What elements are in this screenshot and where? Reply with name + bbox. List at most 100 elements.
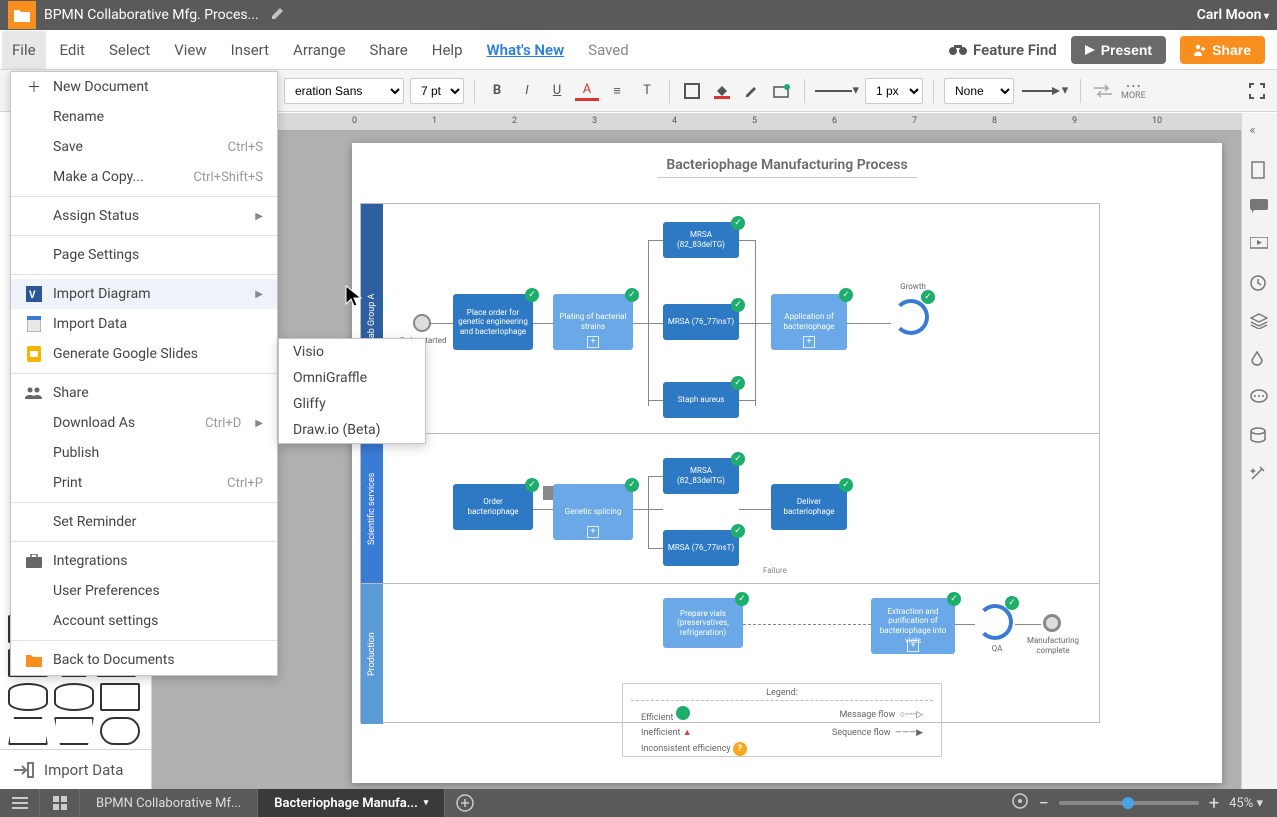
shape-thumb[interactable] <box>8 717 48 745</box>
pencil-button[interactable] <box>740 79 764 103</box>
rename-icon[interactable] <box>271 6 285 24</box>
qa-event-icon[interactable] <box>977 604 1013 640</box>
tab-bacteriophage[interactable]: Bacteriophage Manufa... <box>258 789 445 817</box>
node-plating[interactable]: Plating of bacterial strains✓+ <box>553 294 633 350</box>
fm-rename[interactable]: Rename <box>11 102 277 132</box>
node-prepare-vials[interactable]: Prepare vials (preservatives, refrigerat… <box>663 598 743 648</box>
fm-integrations[interactable]: Integrations <box>11 546 277 576</box>
page-icon[interactable] <box>1250 161 1270 181</box>
underline-button[interactable]: U <box>545 79 569 103</box>
zoom-percent[interactable]: 45% ▾ <box>1229 796 1263 811</box>
bucket-fill-button[interactable] <box>710 79 734 103</box>
fm-import-data[interactable]: Import Data <box>11 309 277 339</box>
layers-icon[interactable] <box>1250 313 1270 333</box>
fm-generate-slides[interactable]: Generate Google Slides <box>11 339 277 369</box>
add-tab-button[interactable] <box>445 789 485 817</box>
stroke-width-select[interactable]: 1 px <box>865 78 923 104</box>
node-mrsa-76b[interactable]: MRSA (76_77insT)✓ <box>663 530 739 566</box>
end-event[interactable] <box>1043 614 1061 632</box>
font-size-select[interactable]: 7 pt <box>410 78 464 104</box>
data-icon[interactable] <box>1250 427 1270 447</box>
sm-omnigraffle[interactable]: OmniGraffle <box>279 365 425 391</box>
node-mrsa-76a[interactable]: MRSA (76_77insT)✓ <box>663 304 739 340</box>
present-panel-icon[interactable] <box>1250 237 1270 257</box>
sm-drawio[interactable]: Draw.io (Beta) <box>279 417 425 443</box>
shape-thumb[interactable] <box>100 717 140 745</box>
swap-button[interactable] <box>1091 79 1115 103</box>
sm-visio[interactable]: Visio <box>279 339 425 365</box>
fm-account-settings[interactable]: Account settings <box>11 606 277 636</box>
node-application[interactable]: Application of bacteriophage✓+ <box>771 294 847 350</box>
fm-download-as[interactable]: Download AsCtrl+D▶ <box>11 408 277 438</box>
shape-thumb[interactable] <box>100 683 140 711</box>
menu-insert[interactable]: Insert <box>231 41 269 59</box>
fm-make-copy[interactable]: Make a Copy...Ctrl+Shift+S <box>11 162 277 192</box>
fill-color-button[interactable] <box>680 79 704 103</box>
share-button[interactable]: Share <box>1180 36 1265 64</box>
arrow-end-button[interactable]: ▾ <box>1020 79 1070 103</box>
lane-lab[interactable]: Lab Group A Order started Place order fo… <box>361 204 1099 434</box>
node-extraction[interactable]: Extraction and purification of bacteriop… <box>871 598 955 654</box>
folder-icon[interactable] <box>8 1 36 29</box>
menu-whats-new[interactable]: What's New <box>487 41 565 59</box>
diagram-page[interactable]: Bacteriophage Manufacturing Process Lab … <box>352 143 1222 783</box>
fm-share[interactable]: Share <box>11 378 277 408</box>
menu-share[interactable]: Share <box>370 41 408 59</box>
menu-edit[interactable]: Edit <box>60 41 85 59</box>
history-icon[interactable] <box>1250 275 1270 295</box>
node-mrsa-82a[interactable]: MRSA (82_83delTG)✓ <box>663 222 739 258</box>
menu-view[interactable]: View <box>174 41 206 59</box>
bpmn-pool[interactable]: Lab Group A Order started Place order fo… <box>360 203 1100 723</box>
import-data-button[interactable]: Import Data <box>0 749 151 789</box>
line-style-button[interactable]: ▾ <box>815 79 859 103</box>
arrow-start-select[interactable]: None <box>944 78 1014 104</box>
zoom-in-button[interactable]: + <box>1209 793 1219 814</box>
doc-title[interactable]: BPMN Collaborative Mfg. Proces... <box>44 7 259 23</box>
comment-icon[interactable] <box>1250 199 1270 219</box>
fm-page-settings[interactable]: Page Settings <box>11 240 277 270</box>
text-format-button[interactable]: T <box>635 79 659 103</box>
feature-find[interactable]: Feature Find <box>949 41 1057 59</box>
lane-scientific[interactable]: Scientific services Order bacteriophage✓… <box>361 434 1099 584</box>
align-button[interactable]: ≡ <box>605 79 629 103</box>
fm-new-document[interactable]: ＋New Document <box>11 72 277 102</box>
more-button[interactable]: ⋯MORE <box>1121 81 1146 101</box>
sm-gliffy[interactable]: Gliffy <box>279 391 425 417</box>
menu-help[interactable]: Help <box>432 41 463 59</box>
node-order-bac[interactable]: Order bacteriophage✓ <box>453 484 533 530</box>
fm-import-diagram[interactable]: V Import Diagram▶ <box>11 279 277 309</box>
fm-print[interactable]: PrintCtrl+P <box>11 468 277 498</box>
fm-set-reminder[interactable]: Set Reminder <box>11 507 277 537</box>
menu-file[interactable]: File <box>2 31 46 69</box>
menu-arrange[interactable]: Arrange <box>293 41 345 59</box>
node-mrsa-82b[interactable]: MRSA (82_83delTG)✓ <box>663 458 739 494</box>
tab-bpmn-collab[interactable]: BPMN Collaborative Mf... <box>80 789 258 817</box>
zoom-slider[interactable] <box>1059 801 1199 805</box>
fm-save[interactable]: SaveCtrl+S <box>11 132 277 162</box>
text-color-button[interactable]: A <box>575 81 599 101</box>
shape-thumb[interactable] <box>54 683 94 711</box>
user-menu[interactable]: Carl Moon <box>1197 7 1269 23</box>
font-family-select[interactable]: eration Sans <box>284 78 404 104</box>
magic-icon[interactable] <box>1250 465 1270 485</box>
shape-thumb[interactable] <box>54 717 94 745</box>
italic-button[interactable]: I <box>515 79 539 103</box>
fm-assign-status[interactable]: Assign Status▶ <box>11 201 277 231</box>
growth-event-icon[interactable] <box>893 299 929 335</box>
collapse-dock-icon[interactable]: « <box>1250 123 1270 143</box>
grid-view-icon[interactable] <box>40 789 80 817</box>
zoom-out-button[interactable]: − <box>1039 793 1049 814</box>
list-view-icon[interactable] <box>0 789 40 817</box>
node-place-order[interactable]: Place order for genetic engineering and … <box>453 294 533 350</box>
node-deliver[interactable]: Deliver bacteriophage✓ <box>771 484 847 530</box>
node-splicing[interactable]: Genetic splicing✓+ <box>553 484 633 540</box>
zoom-target-icon[interactable] <box>1011 792 1029 814</box>
shape-style-button[interactable] <box>770 79 794 103</box>
paint-icon[interactable] <box>1250 351 1270 371</box>
chat-icon[interactable] <box>1250 389 1270 409</box>
canvas[interactable]: 0 1 2 3 4 5 6 7 8 9 10 Bacteriophage Man… <box>152 113 1241 789</box>
fm-back-to-docs[interactable]: Back to Documents <box>11 645 277 675</box>
start-event[interactable] <box>413 314 431 332</box>
menu-select[interactable]: Select <box>109 41 150 59</box>
node-staph[interactable]: Staph aureus✓ <box>663 382 739 418</box>
